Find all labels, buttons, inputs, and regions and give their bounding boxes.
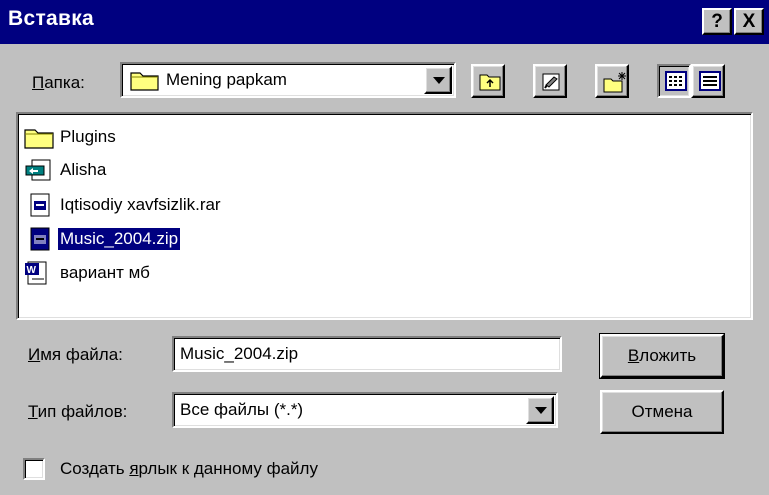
- title-bar[interactable]: [0, 0, 769, 44]
- list-item[interactable]: Plugins: [24, 122, 118, 152]
- cancel-button[interactable]: Отмена: [600, 390, 724, 434]
- list-item[interactable]: Iqtisodiy xavfsizlik.rar: [24, 190, 223, 220]
- folder-icon: [130, 69, 160, 96]
- dialog-title: Вставка: [8, 7, 95, 30]
- filename-value: Music_2004.zip: [180, 344, 299, 363]
- up-folder-icon: [479, 74, 501, 91]
- folder-dropdown-button[interactable]: [424, 66, 452, 94]
- filetype-label: Тип файлов:: [28, 402, 128, 421]
- insert-button[interactable]: Вложить: [599, 333, 725, 379]
- filetype-combobox[interactable]: Все файлы (*.*): [172, 392, 558, 428]
- up-one-level-button[interactable]: [471, 64, 505, 98]
- shortcut-icon: [25, 159, 51, 181]
- folder-value: Mening papkam: [166, 70, 287, 89]
- list-item[interactable]: Alisha: [24, 155, 108, 185]
- folder-combobox[interactable]: Mening papkam: [120, 62, 456, 98]
- folder-label: Папка:: [32, 73, 85, 92]
- filename-label: Имя файла:: [28, 345, 123, 364]
- insert-button-label: Вложить: [627, 346, 697, 365]
- list-view-icon: [665, 71, 687, 91]
- word-document-icon: W: [25, 261, 47, 285]
- filetype-value: Все файлы (*.*): [180, 400, 304, 419]
- help-icon: ?: [711, 11, 723, 32]
- cancel-button-label: Отмена: [631, 402, 693, 421]
- desktop-icon: [542, 73, 560, 91]
- archive-icon: [30, 193, 50, 217]
- details-view-button[interactable]: [691, 64, 725, 98]
- shortcut-checkbox[interactable]: [23, 458, 45, 480]
- details-view-icon: [699, 71, 721, 91]
- svg-text:W: W: [27, 265, 37, 276]
- list-item[interactable]: Music_2004.zip: [24, 224, 182, 254]
- list-view-button[interactable]: [657, 64, 691, 98]
- desktop-button[interactable]: [533, 64, 567, 98]
- new-folder-icon: [603, 72, 626, 93]
- shortcut-checkbox-label[interactable]: Создать ярлык к данному файлу: [60, 459, 318, 479]
- list-item[interactable]: W вариант мб: [24, 258, 152, 288]
- filetype-dropdown-button[interactable]: [526, 396, 554, 424]
- new-folder-button[interactable]: [595, 64, 629, 98]
- close-button[interactable]: X: [734, 8, 764, 35]
- filename-input[interactable]: Music_2004.zip: [172, 336, 562, 372]
- file-list[interactable]: Plugins Alisha Iqtisodiy xavfsizlik.rar …: [16, 112, 753, 320]
- close-icon: X: [742, 11, 756, 32]
- folder-icon: [24, 129, 54, 149]
- help-button[interactable]: ?: [702, 8, 732, 35]
- archive-icon: [30, 227, 50, 251]
